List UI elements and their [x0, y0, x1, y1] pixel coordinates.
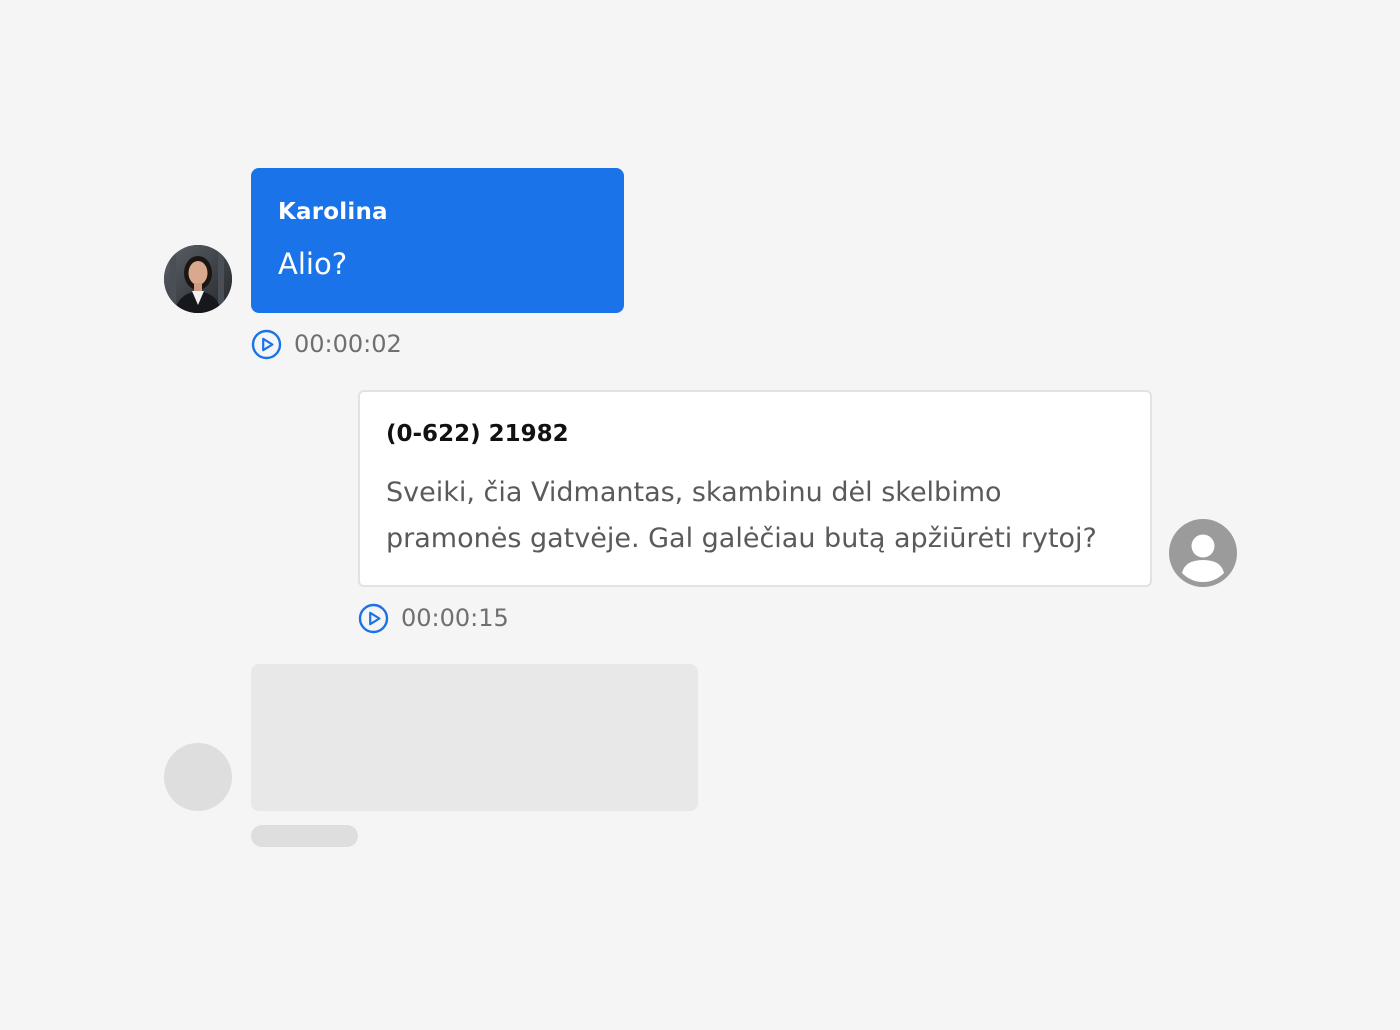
message-sender: Karolina [278, 199, 388, 225]
skeleton-avatar [164, 743, 232, 811]
message-text: Sveiki, čia Vidmantas, skambinu dėl skel… [386, 470, 1136, 562]
person-photo-icon [164, 245, 232, 313]
message-bubble-karolina: Karolina Alio? [251, 168, 624, 313]
play-circle-icon[interactable] [358, 603, 389, 634]
message-sender: (0-622) 21982 [386, 421, 569, 447]
message-text-line: Sveiki, čia Vidmantas, skambinu dėl skel… [386, 477, 1002, 508]
skeleton-message-bubble [251, 664, 698, 811]
message-meta: 00:00:15 [358, 602, 509, 634]
message-text-line: pramonės gatvėje. Gal galėčiau butą apži… [386, 523, 1097, 554]
user-placeholder-icon [1169, 519, 1237, 587]
message-meta: 00:00:02 [251, 328, 402, 360]
skeleton-meta [251, 825, 358, 847]
message-text: Alio? [278, 247, 348, 281]
avatar-karolina [164, 245, 232, 313]
play-circle-icon[interactable] [251, 329, 282, 360]
message-bubble-caller: (0-622) 21982 Sveiki, čia Vidmantas, ska… [358, 390, 1152, 587]
avatar-caller [1169, 519, 1237, 587]
duration-label: 00:00:02 [294, 330, 402, 358]
duration-label: 00:00:15 [401, 604, 509, 632]
